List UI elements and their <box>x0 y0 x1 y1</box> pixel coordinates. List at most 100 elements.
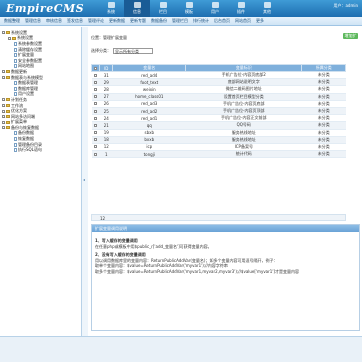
cell-id: 21 <box>99 121 113 130</box>
table-row[interactable]: 12 icp ICP备案号 未分类 <box>91 143 346 152</box>
cell-name: weixin <box>112 85 186 94</box>
checkbox-icon[interactable] <box>94 109 97 113</box>
nav-system[interactable]: 系统 <box>98 0 124 17</box>
nav-plugin[interactable]: 插件 <box>228 0 254 17</box>
tips-text-1: 在任意php或模板中用$public_r['add_变量名']可获得变量内容。 <box>95 243 212 249</box>
row-select-cell[interactable] <box>91 107 100 116</box>
expand-icon[interactable]: − <box>2 109 6 113</box>
row-select-cell[interactable] <box>91 143 100 152</box>
folder-icon <box>6 120 10 124</box>
subnav-item[interactable]: 排行统计 <box>193 18 209 24</box>
table-row[interactable]: 21 qq QQ号码 未分类 <box>91 121 346 130</box>
cell-label: 服务热线地址 <box>185 136 302 144</box>
add-variable-button[interactable]: 增加扩展变量 <box>343 33 358 44</box>
checkbox-icon[interactable] <box>94 102 97 106</box>
expand-icon[interactable]: − <box>2 31 6 35</box>
nav-info[interactable]: 信息 <box>124 0 150 17</box>
expand-icon[interactable]: − <box>2 76 6 80</box>
table-header: ID 变量名 变量标识 所属分类 <box>91 64 346 72</box>
folder-icon <box>6 98 10 102</box>
table-row[interactable]: 31 red_ad4 手机广告位-内容页底部2 未分类 <box>91 71 346 80</box>
row-select-cell[interactable] <box>91 136 100 144</box>
checkbox-icon[interactable] <box>94 87 97 91</box>
table-row[interactable]: 1 tongji 统计代码 未分类 <box>91 150 346 159</box>
checkbox-icon[interactable] <box>94 116 97 120</box>
subnav-item[interactable]: 签发信息 <box>67 18 83 24</box>
expand-icon[interactable]: − <box>8 36 12 40</box>
checkbox-icon[interactable] <box>94 73 97 77</box>
checkbox-icon[interactable] <box>94 152 97 156</box>
subnav-item[interactable]: 数据备份 <box>151 18 167 24</box>
user-label: 用户：admin <box>333 3 358 8</box>
page-number[interactable]: 12 <box>100 216 105 221</box>
row-select-cell[interactable] <box>91 150 100 159</box>
sidebar-tree: − 系统设置 − 系统设置 系统参数设置 清除缓存设置 扩展变量 安全参数配置 网站地图 − 数据更… <box>0 27 82 336</box>
checkbox-icon[interactable] <box>94 123 97 127</box>
table-row[interactable]: 29 foot_text 底部网站说明文字 未分类 <box>91 78 346 87</box>
checkbox-icon[interactable] <box>94 138 97 142</box>
nav-user[interactable]: 用户 <box>202 0 228 17</box>
cell-label: 手机广告位-内容页底部 <box>185 100 302 108</box>
subnav-item[interactable]: 更新专题 <box>130 18 146 24</box>
subnav-item[interactable]: 后台首页 <box>214 18 230 24</box>
cell-category: 未分类 <box>301 129 346 137</box>
info-icon <box>133 2 141 8</box>
nav-template[interactable]: 模板 <box>176 0 202 17</box>
category-select[interactable]: 显示所有分类 <box>113 48 153 54</box>
expand-icon[interactable]: − <box>2 104 6 108</box>
main-panel: 位置：管理扩展变量 增加扩展变量 选择分类： 显示所有分类 ID 变量名 变量标… <box>88 27 362 336</box>
row-select-cell[interactable] <box>91 78 100 87</box>
subnav-item[interactable]: 更新数据 <box>109 18 125 24</box>
col-id: ID <box>98 64 114 72</box>
expand-icon[interactable]: − <box>2 98 6 102</box>
checkbox-icon[interactable] <box>94 66 97 70</box>
breadcrumb: 位置：管理扩展变量 <box>91 35 127 40</box>
cell-label: 微信二维码图片地址 <box>185 85 302 94</box>
select-all-header[interactable] <box>91 64 100 72</box>
checkbox-icon[interactable] <box>94 95 97 99</box>
row-select-cell[interactable] <box>91 114 100 123</box>
document-icon <box>14 81 17 86</box>
row-select-cell[interactable] <box>91 121 100 130</box>
template-icon <box>185 2 193 8</box>
cell-name: red_ad2 <box>112 107 186 116</box>
row-select-cell[interactable] <box>91 71 100 80</box>
tree-item[interactable]: 执行SQL语句 <box>2 147 79 153</box>
table-row[interactable]: 26 red_ad3 手机广告位-内容页底部 未分类 <box>91 100 346 108</box>
cell-id: 26 <box>99 100 113 108</box>
cell-id: 18 <box>99 136 113 144</box>
row-select-cell[interactable] <box>91 129 100 137</box>
folder-icon <box>6 109 10 113</box>
cell-category: 未分类 <box>301 85 346 94</box>
table-row[interactable]: 25 red_ad2 手机广告位-内容页顶部 未分类 <box>91 107 346 116</box>
expand-icon[interactable]: − <box>2 115 6 119</box>
row-select-cell[interactable] <box>91 85 100 94</box>
nav-other[interactable]: 其他 <box>254 0 280 17</box>
subnav-item[interactable]: 网站首页 <box>235 18 251 24</box>
checkbox-icon[interactable] <box>94 131 97 135</box>
collapse-arrow-icon[interactable]: ◂ <box>83 177 85 182</box>
subnav-item[interactable]: 管理信息 <box>25 18 41 24</box>
table-row[interactable]: 28 weixin 微信二维码图片地址 未分类 <box>91 85 346 94</box>
subnav-item[interactable]: 更多 <box>256 18 264 24</box>
checkbox-icon[interactable] <box>94 80 97 84</box>
table-row[interactable]: 19 sbxb 服务热线地址 未分类 <box>91 129 346 137</box>
subnav-item[interactable]: 数据整理 <box>4 18 20 24</box>
checkbox-icon[interactable] <box>94 145 97 149</box>
row-select-cell[interactable] <box>91 100 100 108</box>
table-row[interactable]: 27 home_class01 设置首页栏目模型分类 未分类 <box>91 93 346 101</box>
row-select-cell[interactable] <box>91 93 100 101</box>
folder-icon <box>6 126 10 130</box>
subnav-item[interactable]: 管理评论 <box>88 18 104 24</box>
cell-name: sbxb <box>112 129 186 137</box>
subnav-item[interactable]: 审核信息 <box>46 18 62 24</box>
table-row[interactable]: 18 bxxb 服务热线地址 未分类 <box>91 136 346 144</box>
table-row[interactable]: 24 red_ad1 手机广告位-内容正文前部 未分类 <box>91 114 346 123</box>
expand-icon[interactable]: − <box>2 126 6 130</box>
expand-icon[interactable]: − <box>2 120 6 124</box>
expand-icon[interactable]: − <box>2 70 6 74</box>
folder-icon <box>6 104 10 108</box>
cell-label: 底部网站说明文字 <box>185 78 302 87</box>
nav-column[interactable]: 栏目 <box>150 0 176 17</box>
subnav-item[interactable]: 管理栏目 <box>172 18 188 24</box>
